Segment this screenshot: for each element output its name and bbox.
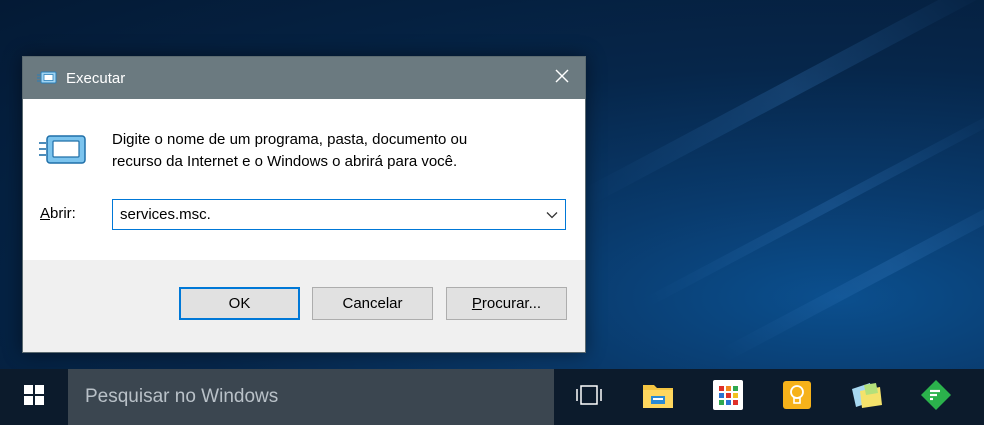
dialog-content: Digite o nome de um programa, pasta, doc… <box>23 99 585 260</box>
task-view-button[interactable] <box>558 369 620 425</box>
windows-start-icon <box>24 384 44 410</box>
run-dialog: Executar Digite o nome de um programa, p… <box>22 56 586 353</box>
open-label: Abrir: <box>40 205 76 222</box>
search-placeholder: Pesquisar no Windows <box>85 386 279 407</box>
taskbar-search-box[interactable]: Pesquisar no Windows <box>68 369 554 425</box>
close-icon <box>555 69 569 88</box>
desktop-light-streak <box>718 171 984 363</box>
store-apps-icon <box>713 379 743 415</box>
open-combobox[interactable] <box>112 199 566 230</box>
open-label-text: brir: <box>50 205 76 222</box>
task-view-icon <box>574 384 604 411</box>
dialog-message: Digite o nome de um programa, pasta, doc… <box>112 129 552 173</box>
taskbar: Pesquisar no Windows <box>0 369 984 425</box>
sticky-notes-icon <box>850 381 884 414</box>
taskbar-tips-app[interactable] <box>766 369 828 425</box>
browse-button[interactable]: Procurar... <box>446 287 567 320</box>
chevron-down-icon[interactable] <box>539 200 565 229</box>
feedly-icon <box>920 379 952 416</box>
run-icon <box>39 135 87 165</box>
taskbar-file-explorer[interactable] <box>627 369 689 425</box>
cancel-button[interactable]: Cancelar <box>312 287 433 320</box>
browse-label: rocurar... <box>481 295 542 312</box>
taskbar-sticky-notes[interactable] <box>836 369 898 425</box>
taskbar-feedly[interactable] <box>905 369 967 425</box>
dialog-button-row: OK Cancelar Procurar... <box>23 287 585 320</box>
open-label-mnemonic: A <box>40 205 51 222</box>
dialog-title: Executar <box>66 69 126 87</box>
taskbar-store-apps[interactable] <box>697 369 759 425</box>
dialog-titlebar[interactable]: Executar <box>23 57 585 99</box>
run-app-icon <box>36 70 58 86</box>
start-button[interactable] <box>0 369 68 425</box>
message-line-1: Digite o nome de um programa, pasta, doc… <box>112 131 468 148</box>
close-button[interactable] <box>539 57 585 99</box>
file-explorer-icon <box>642 381 674 414</box>
message-line-2: recurso da Internet e o Windows o abrirá… <box>112 153 458 170</box>
browse-mnemonic: P <box>471 295 482 312</box>
open-input[interactable] <box>113 206 533 223</box>
lightbulb-tips-icon <box>783 380 811 414</box>
ok-button[interactable]: OK <box>179 287 300 320</box>
desktop-light-streak <box>582 0 984 205</box>
